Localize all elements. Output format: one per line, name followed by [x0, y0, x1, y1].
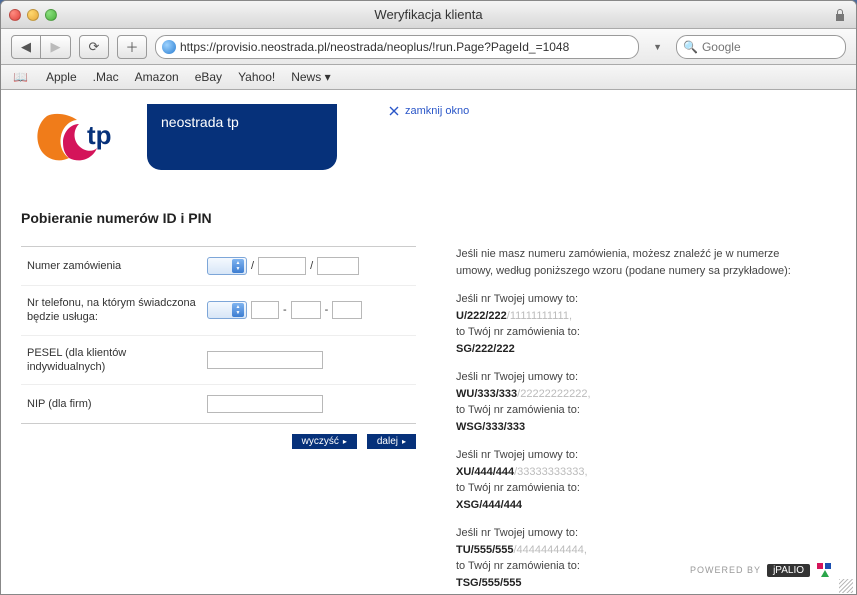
svg-text:tp: tp	[87, 120, 112, 150]
info-g3: Jeśli nr Twojej umowy to:XU/444/444/3333…	[456, 447, 796, 513]
label-pesel: PESEL (dla klientów indywidualnych)	[27, 346, 207, 375]
page-title: Pobieranie numerów ID i PIN	[21, 210, 836, 226]
forward-button[interactable]: ▶	[41, 35, 71, 59]
sep: /	[251, 260, 254, 272]
window-titlebar: Weryfikacja klienta	[1, 1, 856, 29]
sep: -	[325, 304, 329, 316]
search-input[interactable]	[702, 40, 839, 54]
tp-logo: tp	[21, 104, 137, 174]
powered-by-label: POWERED BY	[690, 565, 761, 575]
lock-icon	[834, 8, 846, 27]
close-icon	[387, 104, 401, 118]
order-part-2-input[interactable]	[317, 257, 359, 275]
phone-part-2-input[interactable]	[291, 301, 321, 319]
bookmarks-bar: Apple .Mac Amazon eBay Yahoo! News ▾	[1, 65, 856, 90]
window-title: Weryfikacja klienta	[1, 7, 856, 22]
bookmark-ebay[interactable]: eBay	[195, 70, 222, 84]
globe-icon	[162, 40, 176, 54]
bookmark-yahoo[interactable]: Yahoo!	[238, 70, 275, 84]
info-g1: Jeśli nr Twojej umowy to:U/222/222/11111…	[456, 291, 796, 357]
label-phone: Nr telefonu, na którym świadczona będzie…	[27, 296, 207, 325]
phone-part-3-input[interactable]	[332, 301, 362, 319]
search-icon: 🔍	[683, 40, 698, 54]
phone-prefix-select[interactable]	[207, 301, 247, 319]
jpalio-badge: jPALIO	[767, 564, 810, 577]
nip-input[interactable]	[207, 395, 323, 413]
back-button[interactable]: ◀	[11, 35, 41, 59]
info-g2: Jeśli nr Twojej umowy to:WU/333/333/2222…	[456, 369, 796, 435]
next-button[interactable]: dalej▸	[367, 434, 416, 449]
close-window-link[interactable]: zamknij okno	[387, 104, 469, 118]
resize-grip[interactable]	[839, 579, 853, 593]
sep: -	[283, 304, 287, 316]
row-phone: Nr telefonu, na którym świadczona będzie…	[21, 285, 416, 335]
bookmark-mac[interactable]: .Mac	[93, 70, 119, 84]
phone-part-1-input[interactable]	[251, 301, 279, 319]
order-prefix-select[interactable]	[207, 257, 247, 275]
browser-toolbar: ◀ ▶ ⟳ ＋ https://provisio.neostrada.pl/ne…	[1, 29, 856, 65]
history-dropdown-icon[interactable]: ▼	[647, 42, 668, 52]
label-nip: NIP (dla firm)	[27, 397, 207, 411]
add-bookmark-button[interactable]: ＋	[117, 35, 147, 59]
bookmark-apple[interactable]: Apple	[46, 70, 77, 84]
bookmark-amazon[interactable]: Amazon	[135, 70, 179, 84]
brand-tab: neostrada tp	[147, 104, 337, 170]
info-panel: Jeśli nie masz numeru zamówienia, możesz…	[456, 246, 796, 595]
nav-back-forward: ◀ ▶	[11, 35, 71, 59]
order-part-1-input[interactable]	[258, 257, 306, 275]
row-pesel: PESEL (dla klientów indywidualnych)	[21, 335, 416, 385]
pesel-input[interactable]	[207, 351, 323, 369]
row-order: Numer zamówienia / /	[21, 247, 416, 285]
clear-button[interactable]: wyczyść▸	[292, 434, 357, 449]
jpalio-icon	[816, 562, 834, 578]
address-bar[interactable]: https://provisio.neostrada.pl/neostrada/…	[155, 35, 639, 59]
powered-by: POWERED BY jPALIO	[690, 562, 834, 578]
sep: /	[310, 260, 313, 272]
label-order: Numer zamówienia	[27, 259, 207, 273]
info-g4: Jeśli nr Twojej umowy to:TU/555/555/4444…	[456, 525, 796, 591]
bookmark-news[interactable]: News ▾	[291, 70, 330, 84]
form: Numer zamówienia / / Nr telefonu, na któ…	[21, 246, 416, 424]
info-intro: Jeśli nie masz numeru zamówienia, możesz…	[456, 246, 796, 279]
search-field[interactable]: 🔍	[676, 35, 846, 59]
bookmarks-icon[interactable]	[13, 70, 30, 84]
close-window-label: zamknij okno	[405, 105, 469, 117]
row-nip: NIP (dla firm)	[21, 384, 416, 423]
address-bar-text: https://provisio.neostrada.pl/neostrada/…	[180, 40, 632, 54]
reload-button[interactable]: ⟳	[79, 35, 109, 59]
